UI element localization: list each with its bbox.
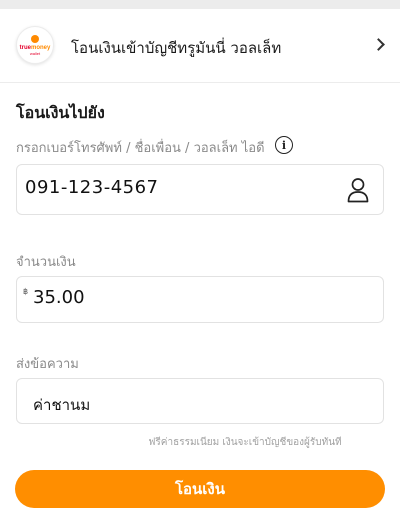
amount-field-label: จำนวนเงิน <box>16 255 76 270</box>
account-name: โอนเงินเข้าบัญชีทรูมันนี่ วอลเล็ท <box>71 39 282 57</box>
chevron-right-icon[interactable] <box>372 38 385 51</box>
currency-symbol: ฿ <box>23 287 29 296</box>
info-icon[interactable]: i <box>275 136 293 154</box>
logo-subtext: wallet <box>29 50 41 56</box>
transfer-button[interactable]: โอนเงิน <box>15 470 385 508</box>
message-field-label: ส่งข้อความ <box>16 357 79 372</box>
message-value: ค่าชานม <box>33 396 91 414</box>
person-icon[interactable] <box>347 177 369 203</box>
fee-footnote: ฟรีค่าธรรมเนียม เงินจะเข้าบัญชีของผู้รับ… <box>148 437 342 448</box>
top-divider <box>0 0 400 9</box>
phone-value: 091-123-4567 <box>25 177 159 198</box>
recipient-field-label: กรอกเบอร์โทรศัพท์ / ชื่อเพื่อน / วอลเล็ท… <box>16 141 265 156</box>
recipient-account-selector[interactable]: truemoney wallet โอนเงินเข้าบัญชีทรูมันน… <box>0 9 400 83</box>
truemoney-wallet-logo: truemoney wallet <box>16 26 54 64</box>
section-title: โอนเงินไปยัง <box>16 103 105 122</box>
message-input[interactable]: ค่าชานม <box>16 378 384 424</box>
amount-value: 35.00 <box>33 287 85 308</box>
recipient-phone-input[interactable]: 091-123-4567 <box>16 164 384 215</box>
logo-mark-icon <box>31 34 39 43</box>
amount-input[interactable]: ฿ 35.00 <box>16 276 384 323</box>
